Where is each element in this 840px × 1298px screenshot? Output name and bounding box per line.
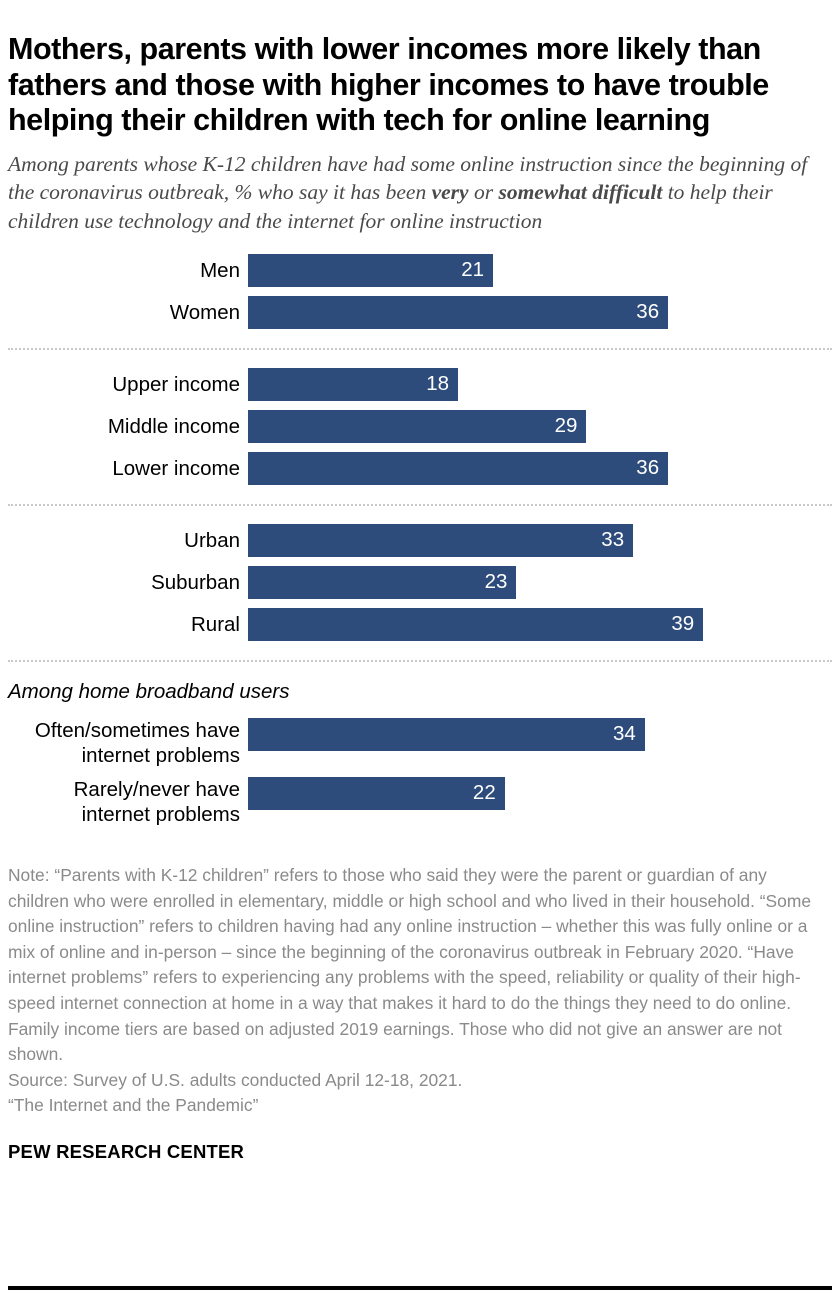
bar-label: Rural (191, 612, 240, 636)
bar-label: Upper income (112, 372, 240, 396)
bar-value-label: 39 (671, 612, 695, 636)
bar-rural: 39 (248, 608, 704, 641)
bar-value-label: 21 (461, 258, 485, 282)
bar-value-label: 18 (426, 372, 450, 396)
bar-often-sometimes-internet-problems: 34 (248, 718, 645, 751)
bar-row: Women 36 (8, 296, 832, 329)
source-text: Source: Survey of U.S. adults conducted … (8, 1069, 463, 1090)
bar-track: 39 (248, 608, 832, 641)
group-divider (8, 348, 832, 350)
infographic-page: Mothers, parents with lower incomes more… (0, 0, 840, 1298)
bar-row: Upper income 18 (8, 368, 832, 401)
bar-label: Often/sometimes have internet problems (34, 719, 240, 767)
bar-urban: 33 (248, 524, 634, 557)
group-divider (8, 660, 832, 662)
bar-value-label: 22 (472, 781, 496, 805)
bar-label: Middle income (107, 414, 240, 438)
bar-track: 23 (248, 566, 832, 599)
bar-label: Lower income (112, 456, 240, 480)
bar-row: Urban 33 (8, 524, 832, 557)
bar-chart: Men 21 Women 36 Upper income 18 Middle i… (8, 254, 832, 827)
bar-value-label: 33 (601, 528, 625, 552)
subtitle-bold-very: very (431, 180, 469, 204)
bar-row: Often/sometimes have internet problems 3… (8, 718, 832, 768)
bar-rarely-never-internet-problems: 22 (248, 777, 505, 810)
bar-men: 21 (248, 254, 494, 287)
page-title: Mothers, parents with lower incomes more… (8, 32, 769, 137)
bar-suburban: 23 (248, 566, 517, 599)
subgroup-heading: Among home broadband users (8, 680, 290, 703)
bar-upper-income: 18 (248, 368, 459, 401)
bar-track: 36 (248, 296, 832, 329)
note-text: Note: “Parents with K-12 children” refer… (8, 865, 811, 1065)
bar-label: Women (169, 300, 240, 324)
bar-row: Middle income 29 (8, 410, 832, 443)
bar-value-label: 36 (636, 456, 660, 480)
chart-group-gender: Men 21 Women 36 (8, 254, 832, 329)
bar-label: Urban (184, 528, 240, 552)
report-title: “The Internet and the Pandemic” (8, 1095, 259, 1116)
subtitle-bold-somewhat-difficult: somewhat difficult (498, 180, 663, 204)
bar-label: Suburban (151, 570, 240, 594)
bar-track: 36 (248, 452, 832, 485)
bar-track: 34 (248, 718, 832, 768)
chart-group-broadband: Among home broadband users Often/sometim… (8, 680, 832, 827)
pew-research-center-brand: PEW RESEARCH CENTER (8, 1140, 245, 1162)
group-divider (8, 504, 832, 506)
bar-lower-income: 36 (248, 452, 669, 485)
chart-subtitle: Among parents whose K-12 children have h… (8, 150, 832, 236)
bar-women: 36 (248, 296, 669, 329)
bar-row: Lower income 36 (8, 452, 832, 485)
bar-value-label: 34 (612, 722, 636, 746)
bar-row: Rural 39 (8, 608, 832, 641)
bottom-rule (8, 1286, 832, 1290)
bar-row: Suburban 23 (8, 566, 832, 599)
bar-track: 21 (248, 254, 832, 287)
bar-label: Men (200, 258, 240, 282)
bar-value-label: 29 (554, 414, 578, 438)
bar-value-label: 36 (636, 300, 660, 324)
bar-value-label: 23 (484, 570, 508, 594)
bar-track: 22 (248, 777, 832, 827)
bar-track: 33 (248, 524, 832, 557)
subtitle-part-2: or (468, 180, 499, 204)
chart-group-community: Urban 33 Suburban 23 Rural 39 (8, 524, 832, 641)
footnotes: Note: “Parents with K-12 children” refer… (8, 863, 832, 1119)
chart-group-income: Upper income 18 Middle income 29 Lower i… (8, 368, 832, 485)
bar-track: 18 (248, 368, 832, 401)
bar-label: Rarely/never have internet problems (73, 778, 240, 826)
bar-track: 29 (248, 410, 832, 443)
bar-middle-income: 29 (248, 410, 587, 443)
bar-row: Men 21 (8, 254, 832, 287)
bar-row: Rarely/never have internet problems 22 (8, 777, 832, 827)
